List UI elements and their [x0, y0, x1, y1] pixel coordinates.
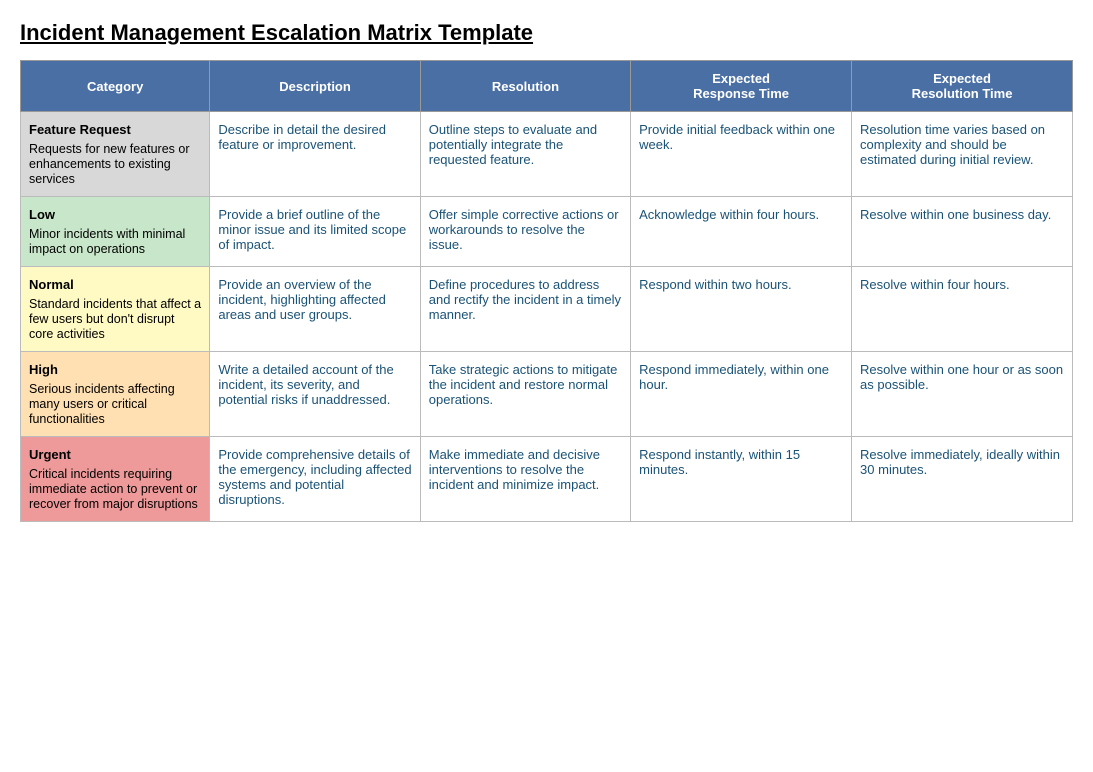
- resol-cell-urgent: Resolve immediately, ideally within 30 m…: [852, 437, 1073, 522]
- col-header-category: Category: [21, 61, 210, 112]
- res-cell-high: Take strategic actions to mitigate the i…: [420, 352, 630, 437]
- desc-cell-high: Write a detailed account of the incident…: [210, 352, 420, 437]
- cat-cell-low: Low Minor incidents with minimal impact …: [21, 197, 210, 267]
- desc-cell-low: Provide a brief outline of the minor iss…: [210, 197, 420, 267]
- res-cell-feature: Outline steps to evaluate and potentiall…: [420, 112, 630, 197]
- cat-desc-feature: Requests for new features or enhancement…: [29, 142, 190, 186]
- res-cell-low: Offer simple corrective actions or worka…: [420, 197, 630, 267]
- desc-cell-feature: Describe in detail the desired feature o…: [210, 112, 420, 197]
- cat-desc-high: Serious incidents affecting many users o…: [29, 382, 175, 426]
- table-row-urgent: Urgent Critical incidents requiring imme…: [21, 437, 1073, 522]
- resol-cell-high: Resolve within one hour or as soon as po…: [852, 352, 1073, 437]
- resp-cell-high: Respond immediately, within one hour.: [631, 352, 852, 437]
- page-title: Incident Management Escalation Matrix Te…: [20, 20, 1073, 46]
- cat-title-urgent: Urgent: [29, 447, 201, 462]
- cat-title-low: Low: [29, 207, 201, 222]
- cat-cell-feature: Feature Request Requests for new feature…: [21, 112, 210, 197]
- table-row-feature: Feature Request Requests for new feature…: [21, 112, 1073, 197]
- resol-cell-feature: Resolution time varies based on complexi…: [852, 112, 1073, 197]
- resol-cell-normal: Resolve within four hours.: [852, 267, 1073, 352]
- res-cell-normal: Define procedures to address and rectify…: [420, 267, 630, 352]
- col-header-description: Description: [210, 61, 420, 112]
- resp-cell-normal: Respond within two hours.: [631, 267, 852, 352]
- resol-cell-low: Resolve within one business day.: [852, 197, 1073, 267]
- cat-cell-high: High Serious incidents affecting many us…: [21, 352, 210, 437]
- cat-title-feature: Feature Request: [29, 122, 201, 137]
- col-header-resolution: Resolution: [420, 61, 630, 112]
- cat-title-normal: Normal: [29, 277, 201, 292]
- desc-cell-normal: Provide an overview of the incident, hig…: [210, 267, 420, 352]
- res-cell-urgent: Make immediate and decisive intervention…: [420, 437, 630, 522]
- resp-cell-feature: Provide initial feedback within one week…: [631, 112, 852, 197]
- resp-cell-low: Acknowledge within four hours.: [631, 197, 852, 267]
- col-header-resolution-time: Expected Resolution Time: [852, 61, 1073, 112]
- table-row-high: High Serious incidents affecting many us…: [21, 352, 1073, 437]
- col-header-response-time: Expected Response Time: [631, 61, 852, 112]
- table-row-low: Low Minor incidents with minimal impact …: [21, 197, 1073, 267]
- cat-title-high: High: [29, 362, 201, 377]
- resp-cell-urgent: Respond instantly, within 15 minutes.: [631, 437, 852, 522]
- desc-cell-urgent: Provide comprehensive details of the eme…: [210, 437, 420, 522]
- cat-cell-urgent: Urgent Critical incidents requiring imme…: [21, 437, 210, 522]
- table-row-normal: Normal Standard incidents that affect a …: [21, 267, 1073, 352]
- cat-cell-normal: Normal Standard incidents that affect a …: [21, 267, 210, 352]
- escalation-matrix-table: Category Description Resolution Expected…: [20, 60, 1073, 522]
- cat-desc-normal: Standard incidents that affect a few use…: [29, 297, 201, 341]
- cat-desc-urgent: Critical incidents requiring immediate a…: [29, 467, 198, 511]
- cat-desc-low: Minor incidents with minimal impact on o…: [29, 227, 185, 256]
